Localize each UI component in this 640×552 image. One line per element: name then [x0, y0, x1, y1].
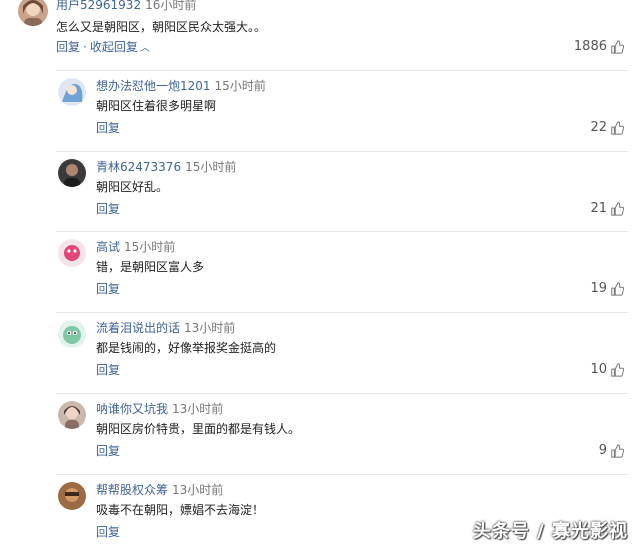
thumbs-up-icon [611, 363, 624, 377]
comment-list: 用户52961932 16小时前 怎么又是朝阳区，朝阳区民众太强大。。 回复 · 收起… [0, 0, 640, 549]
reply-time: 13小时前 [172, 402, 224, 416]
reply-author[interactable]: 流着泪说出的话 [96, 321, 180, 335]
like-count[interactable]: 10 [590, 362, 624, 378]
user-avatar-icon[interactable] [58, 401, 86, 429]
separator: · [83, 40, 87, 54]
reply-comment: 高试 15小时前错，是朝阳区富人多 回复 19 [0, 231, 640, 309]
user-avatar-icon[interactable] [58, 482, 86, 510]
comment-time: 16小时前 [145, 0, 197, 12]
reply-text: 都是钱闹的，好像举报奖金挺高的 [96, 341, 277, 355]
reply-button[interactable]: 回复 [96, 444, 120, 458]
divider [56, 231, 628, 232]
reply-time: 15小时前 [214, 79, 266, 93]
reply-comment: 想办法怼他一炮1201 15小时前朝阳区住着很多明星啊 回复 22 [0, 70, 640, 148]
reply-author[interactable]: 想办法怼他一炮1201 [96, 79, 211, 93]
user-avatar-icon[interactable] [58, 320, 86, 348]
reply-button[interactable]: 回复 [96, 121, 120, 135]
watermark: 头条号 / 寡光影视 [472, 521, 628, 542]
reply-author[interactable]: 帮帮股权众筹 [96, 483, 168, 497]
divider [56, 393, 628, 394]
like-count[interactable]: 1886 [574, 39, 624, 55]
reply-time: 13小时前 [172, 483, 224, 497]
reply-comment: 流着泪说出的话 13小时前都是钱闹的，好像举报奖金挺高的 回复 10 [0, 312, 640, 390]
like-count[interactable]: 22 [590, 120, 624, 136]
reply-comment: 呐谁你又坑我 13小时前朝阳区房价特贵，里面的都是有钱人。 回复 9 [0, 393, 640, 471]
divider [56, 151, 628, 152]
top-comment: 用户52961932 16小时前 怎么又是朝阳区，朝阳区民众太强大。。 回复 · 收起… [0, 0, 640, 66]
reply-author[interactable]: 呐谁你又坑我 [96, 402, 168, 416]
reply-text: 朝阳区住着很多明星啊 [96, 99, 217, 113]
reply-text: 朝阳区房价特贵，里面的都是有钱人。 [96, 422, 301, 436]
reply-button[interactable]: 回复 [56, 40, 80, 54]
user-avatar-icon[interactable] [58, 78, 86, 106]
chevron-up-icon: ︿ [139, 43, 150, 54]
reply-button[interactable]: 回复 [96, 363, 120, 377]
user-avatar-icon[interactable] [58, 159, 86, 187]
reply-author[interactable]: 青林62473376 [96, 160, 181, 174]
divider [56, 70, 628, 71]
thumbs-up-icon [611, 121, 624, 135]
reply-text: 错，是朝阳区富人多 [96, 260, 205, 274]
reply-comment: 青林62473376 15小时前朝阳区好乱。 回复 21 [0, 151, 640, 229]
divider [56, 312, 628, 313]
reply-time: 15小时前 [124, 240, 176, 254]
reply-button[interactable]: 回复 [96, 525, 120, 539]
reply-author[interactable]: 高试 [96, 240, 120, 254]
like-count[interactable]: 21 [590, 201, 624, 217]
thumbs-up-icon [611, 282, 624, 296]
thumbs-up-icon [611, 444, 624, 458]
thumbs-up-icon [611, 202, 624, 216]
thumbs-up-icon [611, 40, 624, 54]
comment-author[interactable]: 用户52961932 [56, 0, 141, 12]
reply-button[interactable]: 回复 [96, 202, 120, 216]
reply-button[interactable]: 回复 [96, 282, 120, 296]
like-count[interactable]: 19 [590, 281, 624, 297]
comment-text: 怎么又是朝阳区，朝阳区民众太强大。。 [56, 20, 267, 34]
like-count[interactable]: 9 [599, 443, 624, 459]
collapse-replies-button[interactable]: 收起回复 ︿ [90, 40, 150, 54]
reply-time: 15小时前 [185, 160, 237, 174]
divider [56, 474, 628, 475]
reply-text: 吸毒不在朝阳，嫖娼不去海淀！ [96, 503, 265, 517]
user-avatar-icon[interactable] [58, 239, 86, 267]
user-avatar-icon[interactable] [18, 0, 48, 26]
reply-time: 13小时前 [184, 321, 236, 335]
reply-text: 朝阳区好乱。 [96, 180, 169, 194]
